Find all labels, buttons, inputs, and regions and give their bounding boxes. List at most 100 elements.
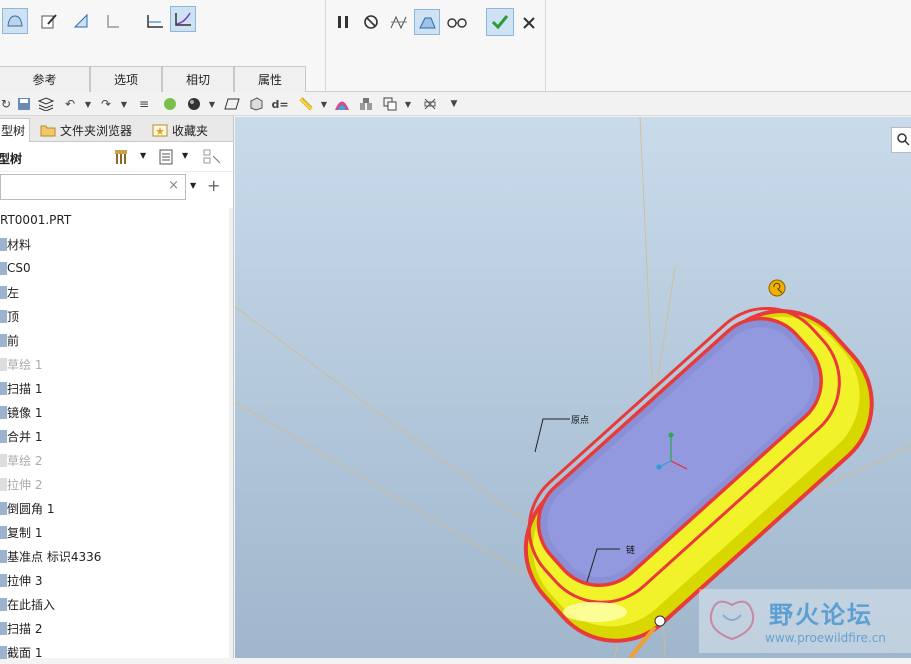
tab-tangency[interactable]: 相切 xyxy=(162,66,234,92)
display-style-dropdown-icon[interactable]: ▼ xyxy=(204,96,220,112)
feature-icon xyxy=(0,261,7,275)
search-icon xyxy=(897,133,910,146)
measure-icon[interactable]: 📏 xyxy=(298,96,314,112)
constant-section-button[interactable] xyxy=(142,8,168,34)
clear-search-icon[interactable]: × xyxy=(168,178,179,193)
feature-icon xyxy=(0,429,7,443)
tree-scrollbar[interactable] xyxy=(229,208,233,658)
tree-item[interactable]: 镜像 1 xyxy=(0,400,230,424)
surface-type-button[interactable] xyxy=(2,8,28,34)
add-filter-icon[interactable]: + xyxy=(207,176,220,195)
tree-item[interactable]: 草绘 2 xyxy=(0,448,230,472)
measure-dropdown-icon[interactable]: ▼ xyxy=(316,96,332,112)
appearance-icon[interactable] xyxy=(334,96,350,112)
layers-icon[interactable] xyxy=(38,96,54,112)
ribbon-divider xyxy=(545,0,546,92)
tree-item[interactable]: 左 xyxy=(0,280,230,304)
view-manager-icon[interactable] xyxy=(382,96,398,112)
display-style-icon[interactable] xyxy=(186,96,202,112)
search-view-button[interactable] xyxy=(891,127,911,153)
tree-item-label: 在此插入 xyxy=(7,597,56,612)
tree-item[interactable]: 倒圆角 1 xyxy=(0,496,230,520)
tree-filter-icon[interactable] xyxy=(158,148,174,169)
feature-icon xyxy=(0,285,7,299)
save-icon[interactable] xyxy=(16,96,32,112)
drag-handle[interactable] xyxy=(654,615,666,627)
datum-plane-icon[interactable] xyxy=(224,96,240,112)
cancel-button[interactable] xyxy=(516,10,542,36)
regenerate-icon[interactable]: ↻ xyxy=(0,96,14,112)
preview-geometry-button[interactable] xyxy=(414,9,440,35)
undo-icon[interactable]: ↶ xyxy=(62,96,78,112)
toolbar-overflow-icon[interactable]: ▼ xyxy=(446,96,462,112)
tree-item[interactable]: 顶 xyxy=(0,304,230,328)
tree-search-input[interactable]: × xyxy=(0,174,186,200)
start-point-marker[interactable] xyxy=(768,279,786,297)
tree-item[interactable]: 截面 1 xyxy=(0,640,230,664)
tree-item[interactable]: 扫描 1 xyxy=(0,376,230,400)
no-preview-icon[interactable] xyxy=(358,9,384,35)
shading-icon[interactable] xyxy=(162,96,178,112)
assembly-icon[interactable] xyxy=(358,96,374,112)
view-manager-dropdown-icon[interactable]: ▼ xyxy=(400,96,416,112)
feature-icon xyxy=(0,597,7,611)
tree-item[interactable]: 拉伸 3 xyxy=(0,568,230,592)
tree-columns-icon[interactable] xyxy=(202,148,222,169)
tree-item[interactable]: 材料 xyxy=(0,232,230,256)
regen-list-icon[interactable]: ≡ xyxy=(136,96,152,112)
feature-icon xyxy=(0,573,7,587)
undo-dropdown-icon[interactable]: ▼ xyxy=(80,96,96,112)
tree-item[interactable]: 前 xyxy=(0,328,230,352)
tab-options[interactable]: 选项 xyxy=(90,66,162,92)
tree-item[interactable]: 基准点 标识4336 xyxy=(0,544,230,568)
tree-settings-icon[interactable] xyxy=(114,148,134,169)
search-dropdown-icon[interactable]: ▼ xyxy=(190,181,196,190)
redo-icon[interactable]: ↷ xyxy=(98,96,114,112)
thicken-button[interactable] xyxy=(100,8,126,34)
tree-item[interactable]: 在此插入 xyxy=(0,592,230,616)
section-icon[interactable] xyxy=(422,96,438,112)
tree-item-label: 扫描 2 xyxy=(7,621,43,636)
graphics-toolbar: ↻ ↶ ▼ ↷ ▼ ≡ ▼ d= 📏 ▼ ▼ ▼ xyxy=(0,92,911,116)
tab-model-tree[interactable]: 型树 xyxy=(0,118,30,142)
datum-axis-icon[interactable] xyxy=(248,96,264,112)
tree-item-label: 材料 xyxy=(7,237,32,252)
sketch-edit-button[interactable] xyxy=(36,8,62,34)
verify-glasses-icon[interactable] xyxy=(444,9,470,35)
watermark: 野火论坛 www.proewildfire.cn xyxy=(699,589,911,653)
tree-filter-dropdown-icon[interactable]: ▼ xyxy=(182,151,188,160)
tree-item[interactable]: 拉伸 2 xyxy=(0,472,230,496)
preview-mesh-icon[interactable] xyxy=(386,9,412,35)
dimension-icon[interactable]: d= xyxy=(271,96,288,112)
chain-label: 链 xyxy=(626,546,636,556)
feature-icon xyxy=(0,309,7,323)
favorites-icon xyxy=(152,124,168,137)
tab-references[interactable]: 参考 xyxy=(0,66,90,92)
feature-icon xyxy=(0,405,7,419)
feature-icon xyxy=(0,525,7,539)
tab-properties[interactable]: 属性 xyxy=(234,66,306,92)
tree-item[interactable]: 扫描 2 xyxy=(0,616,230,640)
tree-item-label: 复制 1 xyxy=(7,525,43,540)
ok-button[interactable] xyxy=(486,8,514,36)
feature-icon xyxy=(0,477,7,491)
variable-section-button[interactable] xyxy=(170,6,196,32)
tab-favorites[interactable]: 收藏夹 xyxy=(148,118,212,142)
watermark-logo-icon xyxy=(709,600,755,641)
redo-dropdown-icon[interactable]: ▼ xyxy=(116,96,132,112)
section-orient-button[interactable] xyxy=(68,8,94,34)
tree-item-label: CS0 xyxy=(7,261,31,275)
origin-leader xyxy=(534,418,570,453)
graphics-viewport[interactable]: 原点 链 野火论坛 www.proewildfire.cn xyxy=(235,117,911,658)
origin-label: 原点 xyxy=(571,416,590,426)
tree-item[interactable]: RT0001.PRT xyxy=(0,208,230,232)
feature-icon xyxy=(0,501,7,515)
tree-item[interactable]: 合并 1 xyxy=(0,424,230,448)
tree-item[interactable]: 复制 1 xyxy=(0,520,230,544)
tree-item-label: 拉伸 3 xyxy=(7,573,43,588)
tab-folder-browser[interactable]: 文件夹浏览器 xyxy=(36,118,136,142)
pause-button[interactable] xyxy=(330,9,356,35)
tree-item[interactable]: CS0 xyxy=(0,256,230,280)
tree-item[interactable]: 草绘 1 xyxy=(0,352,230,376)
tree-settings-dropdown-icon[interactable]: ▼ xyxy=(140,151,146,160)
